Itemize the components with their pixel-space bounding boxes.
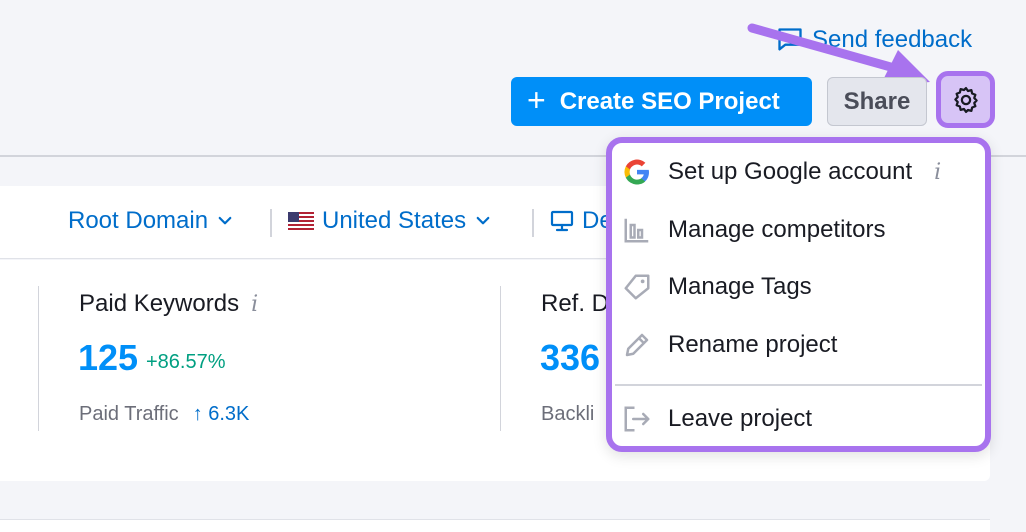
- info-icon[interactable]: i: [251, 292, 258, 317]
- root-domain-label: Root Domain: [68, 207, 209, 234]
- root-domain-dropdown[interactable]: Root Domain: [68, 207, 234, 235]
- feedback-bubble-icon: [778, 28, 802, 51]
- menu-item-manage-tags[interactable]: Manage Tags: [622, 272, 977, 302]
- menu-item-leave-project[interactable]: Leave project: [622, 404, 977, 434]
- menu-item-label: Leave project: [668, 405, 813, 432]
- plus-icon: +: [527, 82, 546, 118]
- info-icon[interactable]: i: [934, 160, 941, 185]
- paid-keywords-value[interactable]: 125: [78, 337, 138, 379]
- country-label: United States: [322, 207, 467, 234]
- google-icon: [624, 159, 649, 185]
- share-button[interactable]: Share: [827, 77, 927, 126]
- backlinks-row: Backli: [541, 403, 594, 426]
- menu-item-manage-competitors[interactable]: Manage competitors: [622, 215, 977, 245]
- filter-separator: [532, 209, 534, 237]
- menu-item-label: Rename project: [668, 331, 838, 358]
- paid-traffic-value[interactable]: ↑ 6.3K: [193, 403, 250, 426]
- ref-domains-title: Ref. D: [541, 290, 609, 318]
- send-feedback-link[interactable]: Send feedback: [776, 26, 972, 54]
- ref-domains-label: Ref. D: [541, 290, 610, 317]
- exit-icon: [624, 406, 650, 432]
- menu-item-setup-google[interactable]: Set up Google account i: [622, 157, 977, 187]
- menu-item-rename-project[interactable]: Rename project: [622, 330, 977, 360]
- menu-item-label: Manage competitors: [668, 216, 886, 243]
- menu-item-label: Set up Google account: [668, 158, 913, 185]
- bar-chart-icon: [624, 218, 649, 243]
- create-seo-project-label: Create SEO Project: [559, 87, 780, 115]
- paid-keywords-change: +86.57%: [146, 351, 226, 373]
- gear-icon: [953, 86, 978, 113]
- metric-column-separator: [500, 286, 501, 431]
- settings-button[interactable]: [936, 71, 995, 128]
- paid-traffic-row: Paid Traffic ↑ 6.3K: [79, 403, 249, 426]
- next-card: [0, 519, 990, 532]
- country-dropdown[interactable]: United States: [288, 207, 492, 235]
- create-seo-project-button[interactable]: + Create SEO Project: [511, 77, 812, 126]
- arrow-up-icon: ↑: [192, 403, 203, 425]
- paid-keywords-label: Paid Keywords: [79, 290, 240, 317]
- send-feedback-label: Send feedback: [812, 26, 973, 53]
- menu-separator: [615, 384, 982, 386]
- metric-column-separator: [38, 286, 39, 431]
- paid-traffic-label: Paid Traffic: [79, 403, 179, 425]
- device-dropdown[interactable]: De: [550, 207, 613, 235]
- ref-domains-value[interactable]: 336: [540, 337, 600, 379]
- chevron-down-icon: [218, 216, 232, 225]
- menu-item-label: Manage Tags: [668, 273, 812, 300]
- tag-icon: [624, 274, 650, 300]
- desktop-icon: [550, 210, 574, 232]
- settings-dropdown-menu: Set up Google account i Manage competito…: [606, 137, 991, 452]
- share-label: Share: [843, 87, 911, 115]
- us-flag-icon: [288, 212, 314, 230]
- paid-traffic-number: 6.3K: [208, 403, 250, 425]
- backlinks-label: Backli: [541, 403, 595, 425]
- chevron-down-icon: [476, 216, 490, 225]
- pencil-icon: [625, 333, 649, 357]
- filter-separator: [270, 209, 272, 237]
- paid-keywords-title: Paid Keywords i: [79, 290, 258, 318]
